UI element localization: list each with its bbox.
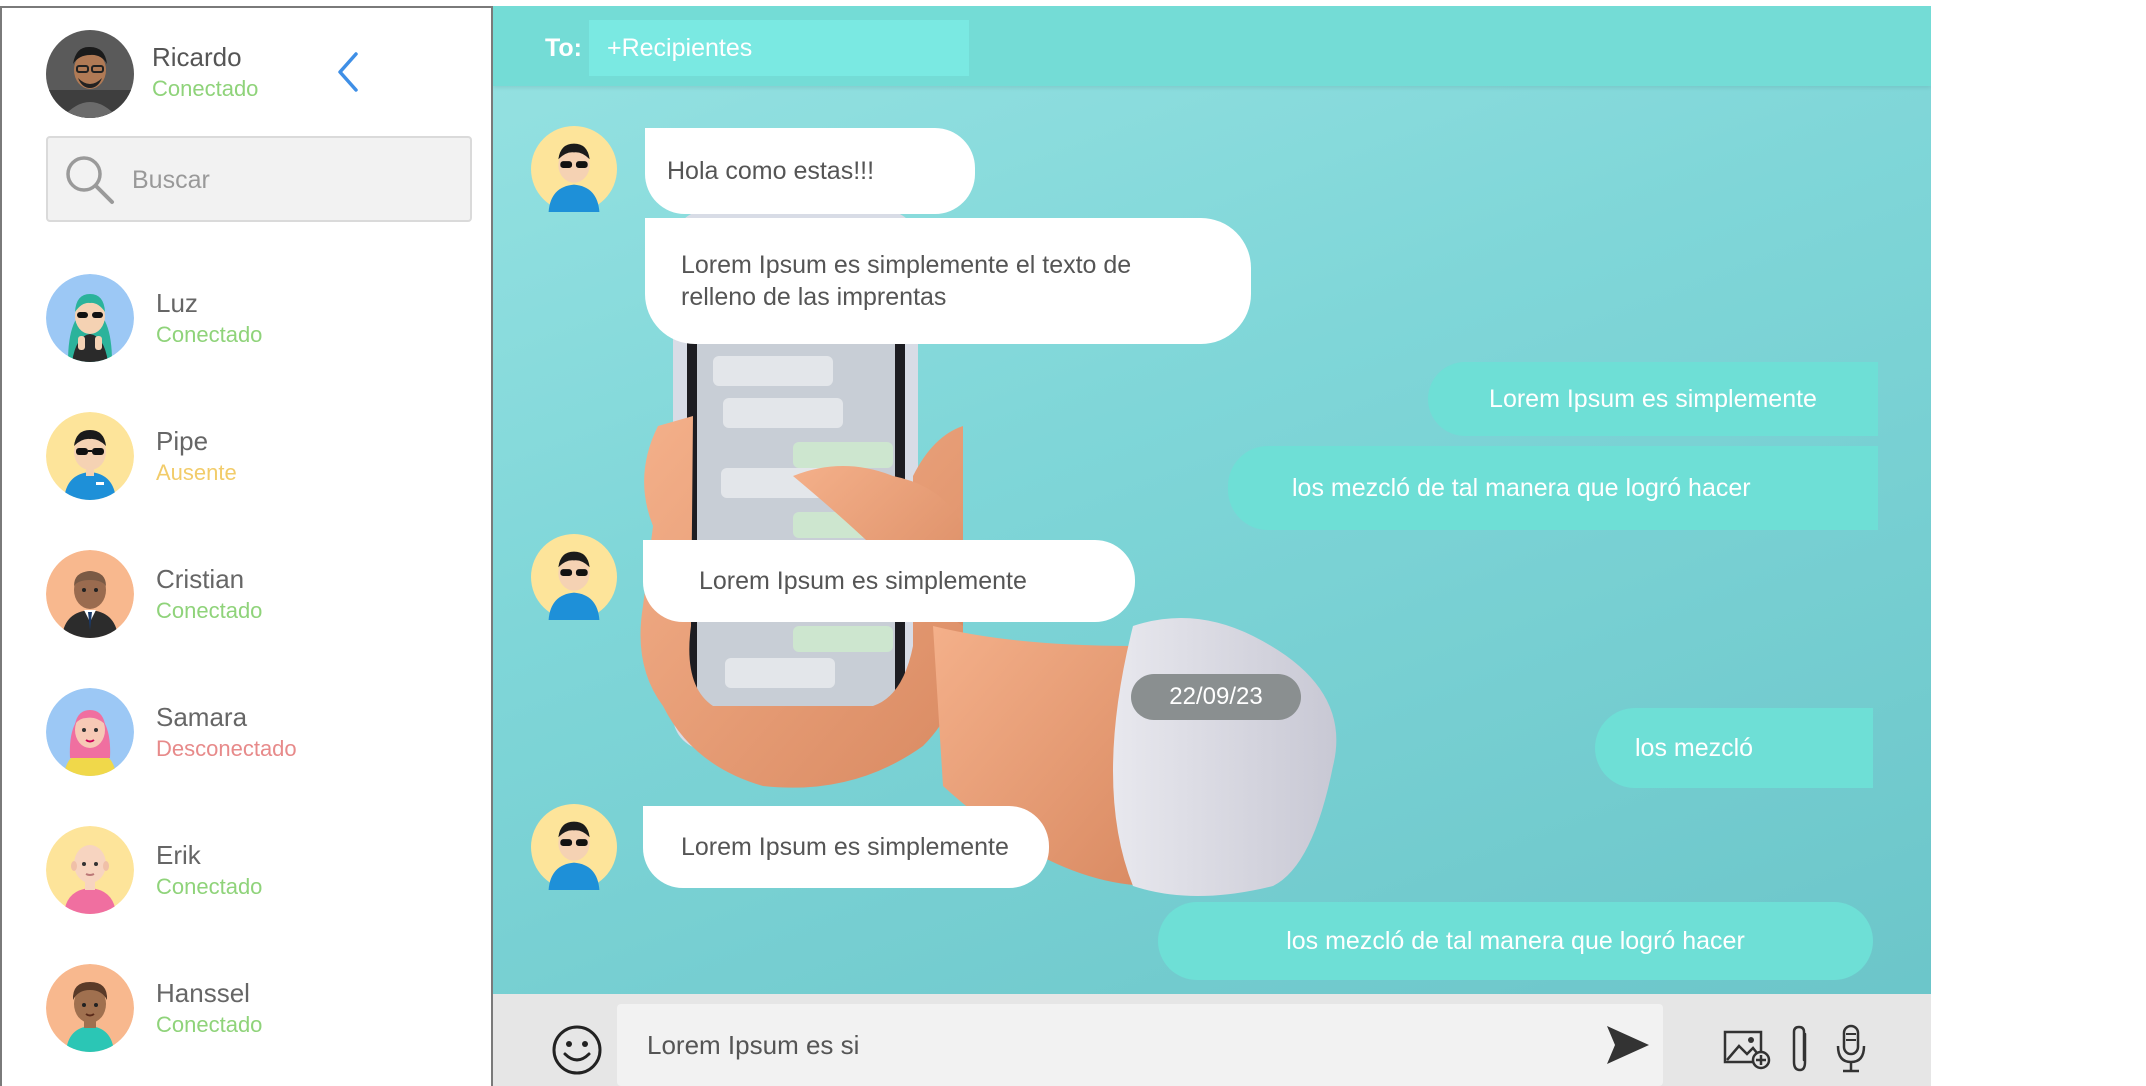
add-image-icon[interactable] — [1723, 1028, 1771, 1070]
contact-status: Desconectado — [156, 736, 297, 761]
contact-item-samara[interactable]: Samara Desconectado — [46, 688, 466, 788]
contact-name: Cristian — [156, 564, 245, 594]
contact-item-luz[interactable]: Luz Conectado — [46, 274, 466, 374]
message-bubble-incoming[interactable]: Hola como estas!!! — [645, 128, 975, 214]
current-user-name: Ricardo — [152, 42, 242, 72]
contact-avatar — [46, 274, 134, 362]
contact-status: Conectado — [156, 598, 263, 623]
message-bubble-incoming[interactable]: Lorem Ipsum es simplemente el texto de r… — [645, 218, 1251, 344]
search-box — [46, 136, 472, 222]
microphone-icon[interactable] — [1835, 1024, 1867, 1074]
contact-item-hanssel[interactable]: Hanssel Conectado — [46, 964, 466, 1064]
contact-status: Conectado — [156, 1012, 263, 1037]
message-bubble-incoming[interactable]: Lorem Ipsum es simplemente — [643, 540, 1135, 622]
message-composer — [493, 994, 1931, 1086]
message-text: los mezcló de tal manera que logró hacer — [1286, 927, 1745, 955]
emoji-icon[interactable] — [551, 1024, 603, 1076]
message-bubble-outgoing[interactable]: los mezcló de tal manera que logró hacer — [1158, 902, 1873, 980]
message-text: Lorem Ipsum es simplemente — [681, 833, 1009, 861]
avatar-icon — [46, 412, 134, 500]
contact-avatar — [46, 688, 134, 776]
user-avatar-icon — [46, 30, 134, 118]
contact-status: Conectado — [156, 874, 263, 899]
contact-status: Ausente — [156, 460, 237, 485]
message-bubble-outgoing[interactable]: los mezcló — [1595, 708, 1873, 788]
message-text: Hola como estas!!! — [667, 157, 875, 185]
message-text: los mezcló — [1635, 734, 1754, 762]
date-separator: 22/09/23 — [1131, 674, 1301, 720]
message-text: los mezcló de tal manera que logró hacer — [1292, 474, 1751, 502]
avatar-icon — [46, 274, 134, 362]
chat-panel: To: Hola como estas!!! Lorem Ipsum es si… — [493, 6, 1931, 1086]
contact-name: Samara — [156, 702, 248, 732]
avatar-icon — [46, 688, 134, 776]
recipients-input[interactable] — [589, 20, 969, 76]
message-input[interactable] — [647, 1022, 1547, 1068]
contact-item-cristian[interactable]: Cristian Conectado — [46, 550, 466, 650]
avatar-icon — [46, 550, 134, 638]
contact-item-pipe[interactable]: Pipe Ausente — [46, 412, 466, 512]
search-input[interactable] — [132, 158, 452, 202]
avatar-icon — [46, 826, 134, 914]
message-bubble-outgoing[interactable]: los mezcló de tal manera que logró hacer — [1228, 446, 1878, 530]
send-icon[interactable] — [1605, 1024, 1651, 1066]
to-label: To: — [545, 34, 583, 62]
message-text: Lorem Ipsum es simplemente el texto de r… — [681, 251, 1132, 311]
contact-name: Hanssel — [156, 978, 250, 1008]
contact-avatar — [46, 550, 134, 638]
message-text: Lorem Ipsum es simplemente — [1489, 385, 1817, 413]
contact-item-erik[interactable]: Erik Conectado — [46, 826, 466, 926]
recipients-bar: To: — [493, 6, 1931, 86]
contact-avatar — [46, 964, 134, 1052]
contact-avatar — [46, 412, 134, 500]
contact-name: Pipe — [156, 426, 209, 456]
contacts-sidebar: Ricardo Conectado Luz Conectado — [0, 6, 493, 1086]
sender-avatar-icon — [531, 534, 617, 620]
contact-status: Conectado — [156, 322, 263, 347]
search-icon — [66, 156, 114, 204]
message-text: Lorem Ipsum es simplemente — [699, 567, 1027, 595]
message-bubble-incoming[interactable]: Lorem Ipsum es simplemente — [643, 806, 1049, 888]
back-arrow-icon[interactable] — [328, 48, 368, 96]
contact-avatar — [46, 826, 134, 914]
sender-avatar-icon — [531, 126, 617, 212]
contact-name: Luz — [156, 288, 198, 318]
current-user-status: Conectado — [152, 76, 259, 101]
user-avatar[interactable] — [46, 30, 134, 118]
contact-name: Erik — [156, 840, 201, 870]
sender-avatar-icon — [531, 804, 617, 890]
message-bubble-outgoing[interactable]: Lorem Ipsum es simplemente — [1428, 362, 1878, 436]
attachment-icon[interactable] — [1789, 1024, 1813, 1074]
avatar-icon — [46, 964, 134, 1052]
message-input-box — [617, 1004, 1663, 1086]
